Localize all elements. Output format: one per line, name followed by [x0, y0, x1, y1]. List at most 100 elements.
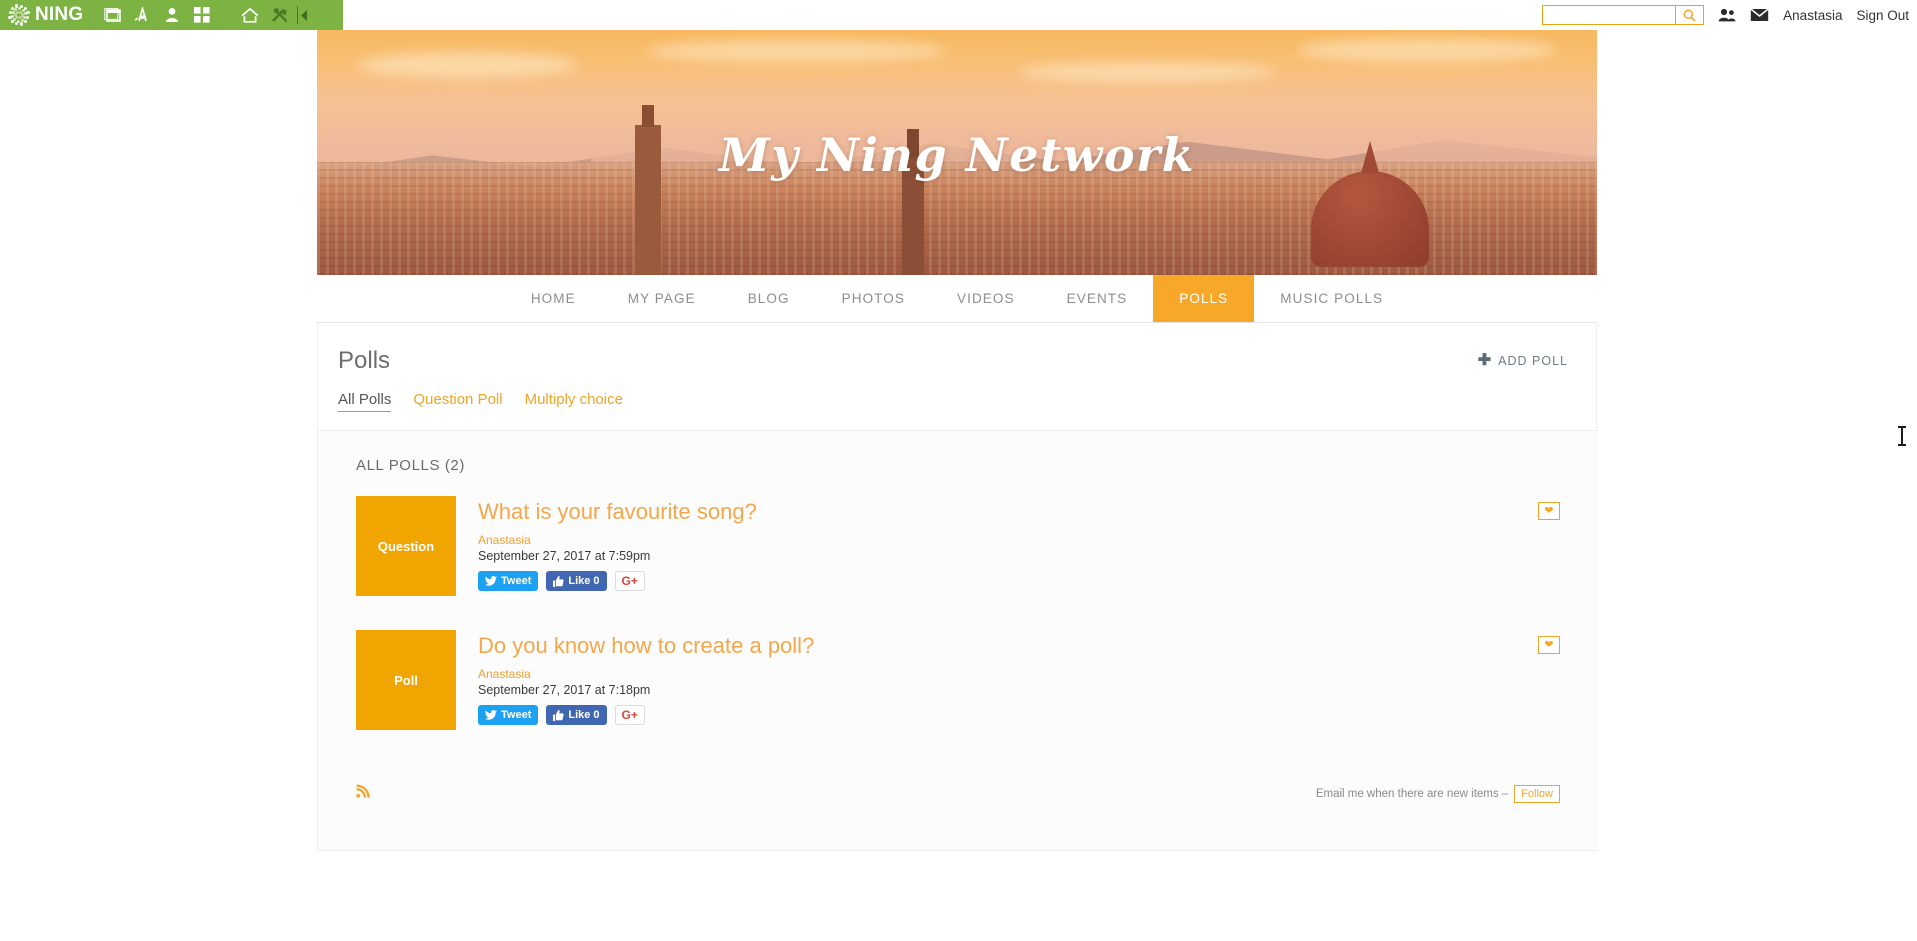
poll-type-label: Poll [394, 672, 418, 688]
tab-all-polls[interactable]: All Polls [338, 391, 392, 412]
tools-icon[interactable] [265, 0, 295, 30]
thumbs-up-icon [553, 575, 565, 587]
user-name-link[interactable]: Anastasia [1783, 8, 1842, 23]
poll-details: Do you know how to create a poll? Anastas… [478, 630, 814, 730]
main-navigation: HOME MY PAGE BLOG PHOTOS VIDEOS EVENTS POLLS MU… [317, 275, 1597, 323]
nav-item-label: PHOTOS [841, 291, 905, 306]
search-box[interactable] [1542, 5, 1705, 25]
site-preview-icon[interactable] [97, 0, 127, 30]
polls-panel: ALL POLLS (2) Question What is your favou… [318, 430, 1598, 850]
tweet-label: Tweet [501, 709, 532, 722]
nav-item-label: BLOG [747, 291, 790, 306]
polls-count-label: ALL POLLS (2) [356, 457, 465, 474]
poll-author-link[interactable]: Anastasia [478, 533, 757, 547]
home-icon[interactable] [235, 0, 265, 30]
heart-icon: ❤ [1544, 504, 1554, 517]
follow-control: Email me when there are new items – Foll… [1315, 784, 1560, 803]
polls-footer: Email me when there are new items – Foll… [318, 764, 1598, 827]
google-plus-label: G+ [621, 708, 638, 723]
tab-multiply-choice[interactable]: Multiply choice [525, 391, 623, 412]
ning-logo[interactable]: NING [8, 4, 83, 26]
banner-cloud [1297, 38, 1557, 62]
twitter-icon [485, 576, 497, 586]
poll-type-label: Question [377, 538, 435, 554]
features-grid-icon[interactable] [187, 0, 217, 30]
text-cursor [1898, 426, 1906, 446]
search-icon [1683, 9, 1696, 22]
follow-description: Email me when there are new items – [1315, 787, 1509, 800]
ning-brand-label: NING [35, 4, 84, 25]
facebook-like-button[interactable]: Like 0 [546, 705, 607, 726]
content-area: Polls ✚ ADD POLL All Polls Question Poll M… [317, 323, 1598, 851]
google-plus-button[interactable]: G+ [614, 705, 645, 726]
poll-author-link[interactable]: Anastasia [478, 667, 814, 681]
search-button[interactable] [1675, 6, 1704, 24]
thumbs-up-icon [553, 709, 565, 721]
nav-item-photos[interactable]: PHOTOS [816, 275, 931, 322]
poll-date: September 27, 2017 at 7:59pm [478, 549, 651, 564]
nav-item-label: MUSIC POLLS [1280, 291, 1384, 306]
add-poll-button[interactable]: ✚ ADD POLL [1478, 353, 1568, 369]
facebook-like-button[interactable]: Like 0 [546, 571, 607, 592]
content-bottom-divider [318, 850, 1598, 851]
ning-dots-icon [8, 4, 30, 26]
network-title: My Ning Network [718, 128, 1196, 182]
page-title: Polls [338, 347, 391, 374]
poll-date: September 27, 2017 at 7:18pm [478, 683, 651, 698]
search-input[interactable] [1543, 6, 1676, 24]
nav-item-music-polls[interactable]: MUSIC POLLS [1254, 275, 1409, 322]
content-header: Polls ✚ ADD POLL [318, 323, 1596, 375]
poll-item: Poll Do you know how to create a poll? Ana… [318, 630, 1598, 730]
members-icon[interactable] [157, 0, 187, 30]
appearance-icon[interactable] [127, 0, 157, 30]
nav-item-events[interactable]: EVENTS [1041, 275, 1154, 322]
heart-icon: ❤ [1544, 638, 1554, 651]
page-wrapper: My Ning Network HOME MY PAGE BLOG PHOTOS VID… [317, 30, 1598, 851]
poll-item: Question What is your favourite song? Anas… [318, 496, 1598, 596]
nav-item-home[interactable]: HOME [505, 275, 602, 322]
poll-title-link[interactable]: Do you know how to create a poll? [478, 633, 814, 658]
like-label: Like 0 [568, 709, 600, 722]
polls-list: Question What is your favourite song? Anas… [318, 496, 1598, 730]
network-banner: My Ning Network [317, 30, 1597, 275]
messages-icon[interactable] [1750, 8, 1769, 22]
like-label: Like 0 [568, 575, 600, 588]
ning-admin-bar: NING [0, 0, 343, 30]
google-plus-button[interactable]: G+ [614, 571, 645, 592]
nav-item-videos[interactable]: VIDEOS [931, 275, 1041, 322]
top-right-strip: Anastasia Sign Out [1542, 0, 1909, 30]
tweet-label: Tweet [501, 575, 532, 588]
poll-thumbnail[interactable]: Poll [356, 630, 456, 730]
favorite-button[interactable]: ❤ [1538, 636, 1560, 654]
invite-friends-icon[interactable] [1718, 8, 1736, 22]
twitter-icon [485, 710, 497, 720]
nav-item-label: HOME [530, 291, 576, 306]
nav-item-blog[interactable]: BLOG [722, 275, 816, 322]
collapse-admin-bar-button[interactable] [298, 0, 310, 30]
tab-question-poll[interactable]: Question Poll [413, 391, 502, 412]
favorite-button[interactable]: ❤ [1538, 502, 1560, 520]
tweet-button[interactable]: Tweet [478, 571, 539, 592]
add-poll-label: ADD POLL [1498, 354, 1568, 368]
rss-icon[interactable] [356, 784, 370, 803]
google-plus-label: G+ [621, 574, 638, 589]
poll-thumbnail[interactable]: Question [356, 496, 456, 596]
poll-title-link[interactable]: What is your favourite song? [478, 499, 757, 524]
follow-button[interactable]: Follow [1514, 784, 1560, 803]
nav-item-label: EVENTS [1066, 291, 1128, 306]
poll-details: What is your favourite song? Anastasia Sep… [478, 496, 757, 596]
banner-cloud [647, 40, 947, 62]
sign-out-link[interactable]: Sign Out [1856, 8, 1909, 23]
banner-cloud [1017, 62, 1277, 82]
social-share-row: Tweet Like 0 G+ [478, 705, 814, 726]
nav-item-my-page[interactable]: MY PAGE [602, 275, 722, 322]
tweet-button[interactable]: Tweet [478, 705, 539, 726]
nav-item-polls[interactable]: POLLS [1153, 275, 1255, 322]
nav-item-label: POLLS [1179, 291, 1229, 306]
banner-cloud [357, 52, 577, 78]
plus-icon: ✚ [1477, 352, 1493, 369]
nav-item-label: MY PAGE [627, 291, 696, 306]
social-share-row: Tweet Like 0 G+ [478, 571, 757, 592]
nav-item-label: VIDEOS [957, 291, 1015, 306]
poll-filter-tabs: All Polls Question Poll Multiply choice [318, 375, 1596, 412]
